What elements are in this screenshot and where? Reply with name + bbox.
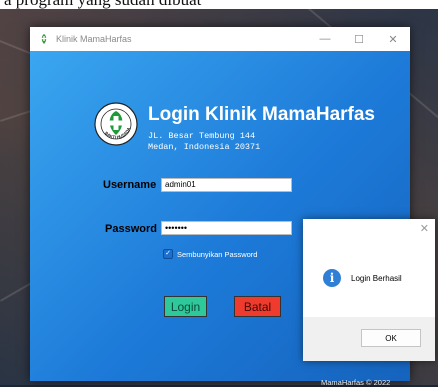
- maximize-button[interactable]: ☐: [342, 27, 376, 51]
- close-button[interactable]: ✕: [376, 27, 410, 51]
- dialog-close-button[interactable]: ✕: [420, 222, 429, 235]
- hide-password-label: Sembunyikan Password: [177, 249, 258, 259]
- bakti-husada-logo-icon: BAKTI HUSADA: [94, 102, 138, 146]
- title-bar[interactable]: Klinik MamaHarfas — ☐ ✕: [30, 27, 410, 51]
- copyright-footer: MamaHarfas © 2022: [321, 378, 391, 387]
- login-heading: Login Klinik MamaHarfas: [148, 104, 375, 125]
- cancel-button[interactable]: Batal: [234, 296, 281, 317]
- username-label: Username: [103, 179, 157, 191]
- info-icon: i: [323, 269, 341, 287]
- password-field[interactable]: •••••••: [161, 221, 292, 235]
- address-line-1: JL. Besar Tembung 144: [148, 131, 256, 141]
- minimize-button[interactable]: —: [308, 27, 342, 51]
- address-line-2: Medan, Indonesia 20371: [148, 142, 261, 152]
- hide-password-checkbox-row[interactable]: ✓ Sembunyikan Password: [163, 249, 257, 259]
- ok-button[interactable]: OK: [361, 329, 421, 347]
- dialog-message: Login Berhasil: [351, 273, 402, 283]
- password-label: Password: [105, 223, 157, 235]
- login-button[interactable]: Login: [164, 296, 207, 317]
- document-caption: a program yang sudah dibuat: [0, 0, 438, 9]
- username-field[interactable]: admin01: [161, 178, 292, 192]
- hide-password-checkbox[interactable]: ✓: [163, 249, 173, 259]
- message-dialog: ✕ i Login Berhasil OK: [303, 219, 435, 361]
- app-icon: [37, 32, 51, 46]
- window-title: Klinik MamaHarfas: [56, 34, 132, 44]
